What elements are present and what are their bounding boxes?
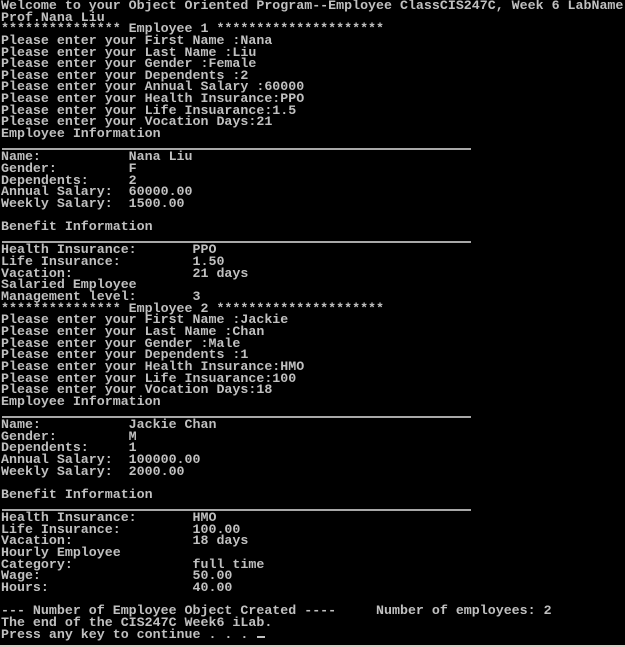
benefit-info-title: Benefit Information xyxy=(1,219,153,235)
press-any-key-text: Press any key to continue . . . xyxy=(1,626,257,642)
console-window[interactable]: Welcome to your Object Oriented Program-… xyxy=(0,0,625,645)
type-detail-line: Hours: 40.00 xyxy=(1,580,233,596)
employee-info-title: Employee Information xyxy=(1,126,161,142)
text-cursor xyxy=(257,635,266,638)
employee-info-title: Employee Information xyxy=(1,393,161,409)
info-line: Weekly Salary: 1500.00 xyxy=(1,195,185,211)
info-line: Weekly Salary: 2000.00 xyxy=(1,463,185,479)
press-any-key-line: Press any key to continue . . . xyxy=(1,626,625,642)
benefit-info-title: Benefit Information xyxy=(1,486,153,502)
